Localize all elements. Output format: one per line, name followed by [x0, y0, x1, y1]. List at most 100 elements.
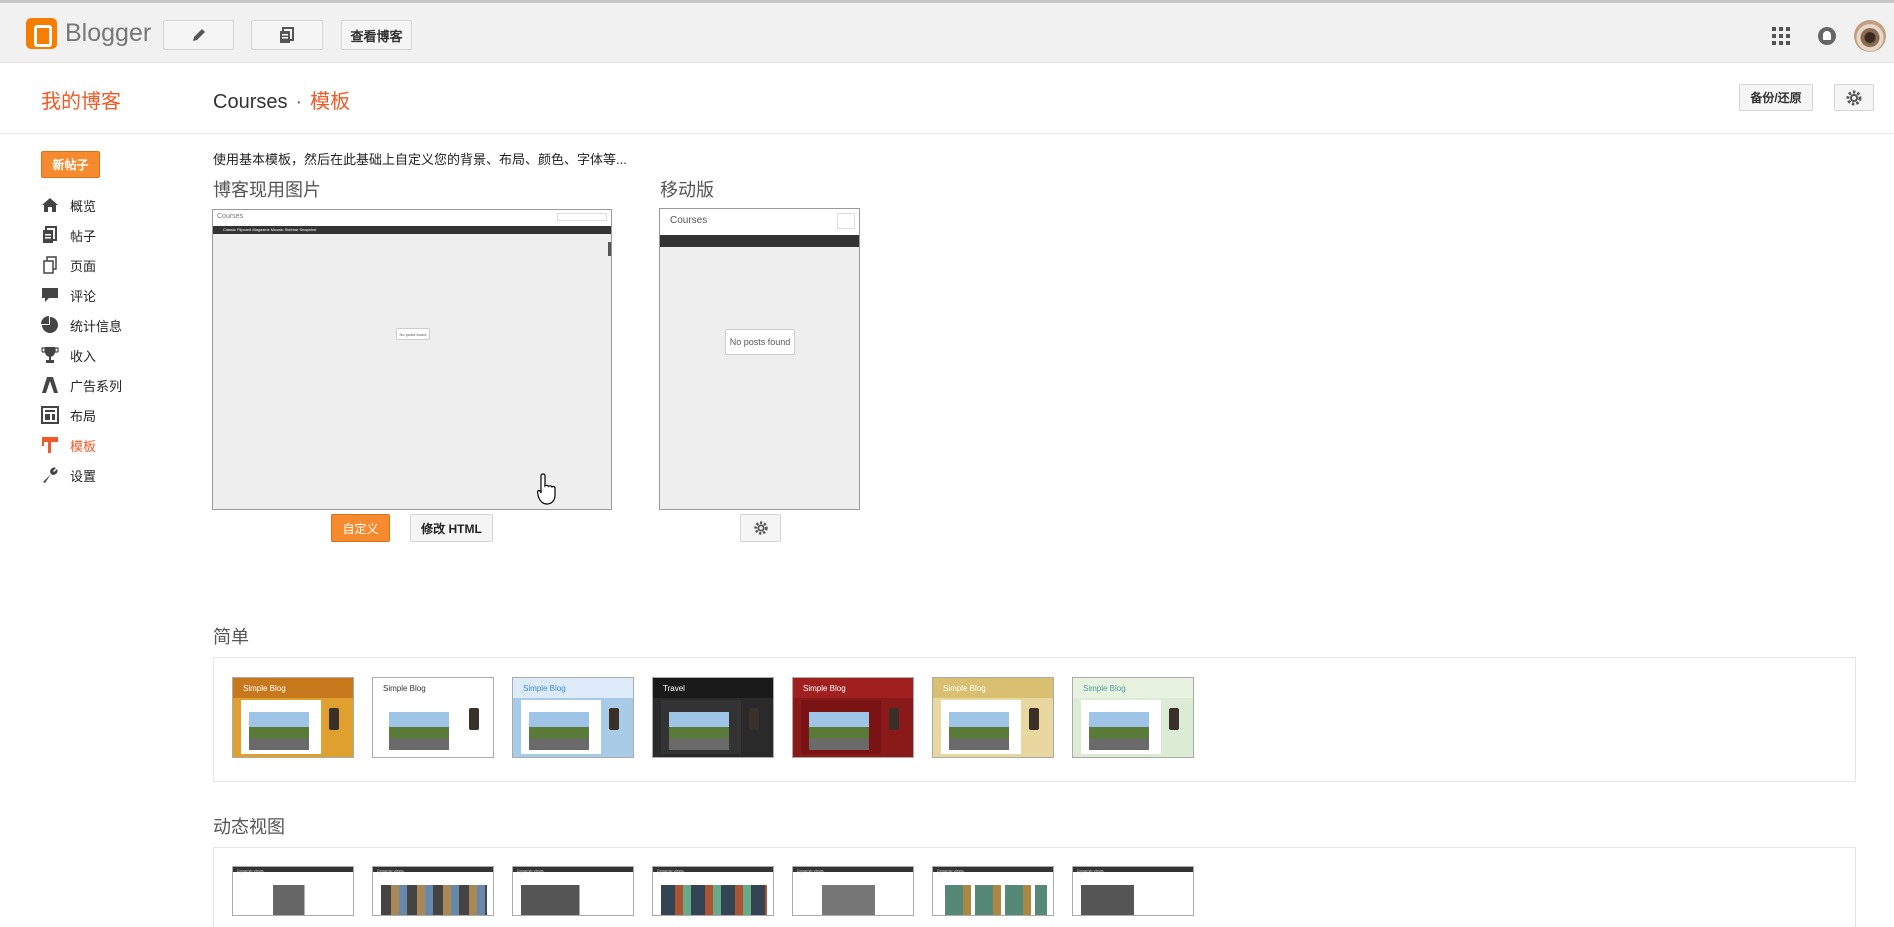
sidebar-item-earnings[interactable]: 收入	[41, 340, 122, 370]
preview-blog-title: Courses	[217, 213, 244, 220]
new-post-pencil-button[interactable]	[163, 20, 234, 50]
simple-theme-thumb[interactable]: Simple Blog	[1072, 677, 1194, 758]
layout-icon	[41, 406, 59, 424]
mobile-preview-nav	[660, 235, 859, 247]
blogger-logo-icon	[26, 18, 57, 49]
posts-list-button[interactable]	[251, 20, 323, 50]
sidebar-item-label: 评论	[70, 288, 97, 304]
blogger-logo[interactable]: Blogger	[26, 18, 151, 49]
simple-theme-thumb[interactable]: Simple Blog	[512, 677, 634, 758]
preview-blog-header: Courses	[213, 210, 611, 226]
avatar[interactable]	[1854, 20, 1886, 52]
sidebar-item-label: 页面	[70, 258, 97, 274]
preview-no-posts: No posts found	[396, 328, 430, 340]
apps-grid-icon[interactable]	[1772, 27, 1790, 45]
adwords-icon	[41, 376, 59, 394]
dynamic-theme-thumb[interactable]: Dynamic views	[932, 866, 1054, 916]
page-title: 模板	[310, 91, 351, 113]
theme-label: Dynamic views	[237, 868, 264, 873]
theme-sidebar	[885, 700, 907, 754]
sidebar-item-settings[interactable]: 设置	[41, 460, 122, 490]
gear-icon	[753, 521, 768, 535]
my-blogs-link[interactable]: 我的博客	[41, 85, 121, 114]
mobile-settings-button[interactable]	[740, 514, 781, 542]
sidebar-item-posts[interactable]: 帖子	[41, 220, 122, 250]
theme-sidebar	[465, 700, 487, 754]
desktop-template-preview[interactable]: Courses Classic Flipcard Magazine Mosaic…	[212, 209, 612, 510]
theme-sidebar	[1165, 700, 1187, 754]
dynamic-theme-thumb[interactable]: Dynamic views	[652, 866, 774, 916]
simple-theme-thumb[interactable]: Simple Blog	[932, 677, 1054, 758]
template-description: 使用基本模板，然后在此基础上自定义您的背景、布局、颜色、字体等...	[213, 152, 627, 167]
breadcrumb-separator: ·	[295, 91, 303, 113]
blog-name[interactable]: Courses	[213, 91, 287, 113]
home-icon	[41, 196, 59, 214]
theme-sidebar	[745, 700, 767, 754]
sidebar-item-label: 布局	[70, 408, 97, 424]
mobile-preview-no-posts: No posts found	[725, 329, 795, 355]
sidebar-item-stats[interactable]: 统计信息	[41, 310, 122, 340]
mobile-search-icon	[837, 213, 855, 229]
theme-content	[801, 885, 907, 915]
sidebar-item-label: 概览	[70, 198, 97, 214]
theme-label: Dynamic views	[377, 868, 404, 873]
theme-sidebar	[1025, 700, 1047, 754]
sidebar-item-label: 收入	[70, 348, 97, 364]
theme-content	[941, 885, 1047, 915]
dynamic-theme-thumb[interactable]: Dynamic views	[512, 866, 634, 916]
sidebar-item-label: 设置	[70, 468, 97, 484]
mobile-preview-header: Courses	[660, 209, 859, 235]
mobile-preview-blog-title: Courses	[670, 215, 708, 226]
dynamic-theme-thumb[interactable]: Dynamic views	[792, 866, 914, 916]
theme-title: Travel	[663, 684, 685, 693]
settings-button[interactable]	[1834, 84, 1874, 111]
theme-label: Dynamic views	[657, 868, 684, 873]
theme-content	[241, 885, 347, 915]
breadcrumb: Courses · 模板	[213, 85, 350, 114]
template-icon	[41, 436, 59, 454]
theme-content	[521, 885, 627, 915]
theme-photo	[669, 712, 729, 750]
theme-content	[381, 885, 487, 915]
theme-title: Simple Blog	[243, 684, 286, 693]
simple-theme-thumb[interactable]: Travel	[652, 677, 774, 758]
sidebar-item-campaigns[interactable]: 广告系列	[41, 370, 122, 400]
dynamic-section-title: 动态视图	[213, 817, 285, 838]
sidebar-item-label: 模板	[70, 438, 97, 454]
theme-label: Dynamic views	[517, 868, 544, 873]
stats-icon	[41, 316, 59, 334]
sidebar-item-template[interactable]: 模板	[41, 430, 122, 460]
blogger-logo-text: Blogger	[65, 19, 152, 47]
sidebar-item-layout[interactable]: 布局	[41, 400, 122, 430]
sidebar-item-comments[interactable]: 评论	[41, 280, 122, 310]
notifications-icon[interactable]	[1818, 27, 1836, 45]
dynamic-theme-thumb[interactable]: Dynamic views	[372, 866, 494, 916]
sidebar-item-overview[interactable]: 概览	[41, 190, 122, 220]
dynamic-theme-thumb[interactable]: Dynamic views	[1072, 866, 1194, 916]
simple-section-title: 简单	[213, 627, 249, 648]
theme-label: Dynamic views	[937, 868, 964, 873]
sidebar-item-pages[interactable]: 页面	[41, 250, 122, 280]
theme-photo	[389, 712, 449, 750]
wrench-icon	[41, 466, 59, 484]
theme-sidebar	[605, 700, 627, 754]
dynamic-theme-thumb[interactable]: Dynamic views	[232, 866, 354, 916]
mobile-template-preview[interactable]: Courses No posts found	[659, 208, 860, 510]
theme-title: Simple Blog	[383, 684, 426, 693]
view-blog-button[interactable]: 查看博客	[341, 20, 412, 50]
simple-theme-thumb[interactable]: Simple Blog	[232, 677, 354, 758]
theme-title: Simple Blog	[523, 684, 566, 693]
sidebar-nav: 概览 帖子 页面 评论 统计信息 收入 广告系列 布局 模板 设置	[41, 190, 122, 490]
edit-html-button[interactable]: 修改 HTML	[410, 514, 493, 542]
theme-title: Simple Blog	[943, 684, 986, 693]
new-post-button[interactable]: 新帖子	[41, 151, 100, 178]
theme-photo	[249, 712, 309, 750]
simple-theme-thumb[interactable]: Simple Blog	[372, 677, 494, 758]
trophy-icon	[41, 346, 59, 364]
simple-theme-thumb[interactable]: Simple Blog	[792, 677, 914, 758]
customize-button[interactable]: 自定义	[331, 514, 390, 542]
posts-icon	[41, 226, 59, 244]
theme-title: Simple Blog	[1083, 684, 1126, 693]
pencil-icon	[192, 29, 205, 41]
backup-restore-button[interactable]: 备份/还原	[1739, 84, 1813, 111]
